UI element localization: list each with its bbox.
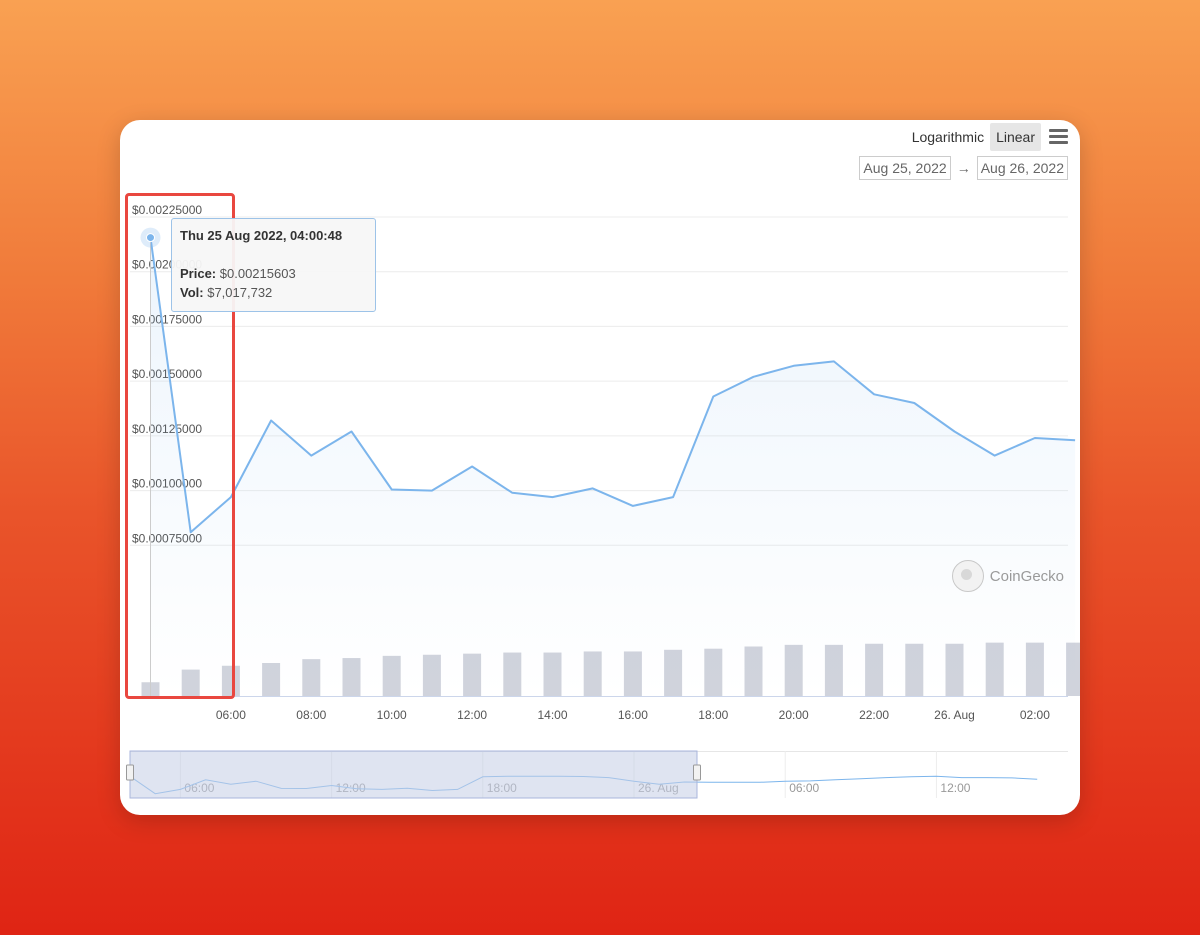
x-tick-label: 12:00: [457, 708, 487, 722]
x-tick-label: 20:00: [779, 708, 809, 722]
coingecko-watermark: CoinGecko: [951, 560, 1064, 592]
tooltip-vol-label: Vol:: [180, 285, 204, 300]
x-tick-label: 08:00: [296, 708, 326, 722]
x-tick-label: 18:00: [698, 708, 728, 722]
x-tick-label: 22:00: [859, 708, 889, 722]
tooltip-price-row: Price: $0.00215603: [180, 264, 367, 283]
navigator-tick-label: 12:00: [940, 781, 970, 795]
x-tick-label: 26. Aug: [934, 708, 975, 722]
linear-button[interactable]: Linear: [990, 123, 1041, 151]
x-tick-label: 02:00: [1020, 708, 1050, 722]
chart-card: $0.00225000$0.00200000$0.00175000$0.0015…: [120, 120, 1080, 815]
y-tick-label: $0.00225000: [132, 203, 202, 217]
watermark-text: CoinGecko: [989, 567, 1064, 585]
navigator-right-handle[interactable]: [693, 764, 701, 781]
x-tick-label: 14:00: [537, 708, 567, 722]
logarithmic-button[interactable]: Logarithmic: [906, 123, 990, 151]
tooltip-vol-value: $7,017,732: [207, 285, 273, 300]
x-axis-labels: 06:00 08:00 10:00 12:00 14:00 16:00 18:00 20:00…: [216, 708, 1050, 722]
range-navigator[interactable]: 06:0012:0018:0026. Aug06:0012:00: [126, 750, 1069, 799]
date-from-input[interactable]: Aug 25, 2022: [859, 156, 951, 180]
scale-toggle: Logarithmic Linear: [906, 123, 1068, 151]
navigator-tick-label: 06:00: [789, 781, 819, 795]
date-range-arrow: →: [956, 160, 971, 176]
tooltip-price-value: $0.00215603: [219, 266, 296, 281]
tooltip-price-label: Price:: [180, 266, 217, 281]
y-tick-label: $0.00175000: [132, 312, 202, 326]
hover-point: [146, 233, 155, 243]
tooltip-vol-row: Vol: $7,017,732: [180, 283, 367, 302]
date-to-input[interactable]: Aug 26, 2022: [976, 156, 1068, 180]
navigator-left-handle[interactable]: [126, 764, 134, 781]
x-tick-label: 06:00: [216, 708, 246, 722]
tooltip-date: Thu 25 Aug 2022, 04:00:48: [180, 228, 343, 243]
x-tick-label: 16:00: [618, 708, 648, 722]
coingecko-logo-icon: [951, 560, 984, 592]
navigator-selection[interactable]: [129, 750, 698, 799]
hamburger-menu-icon[interactable]: [1049, 129, 1068, 145]
price-tooltip: Thu 25 Aug 2022, 04:00:48 Price: $0.0021…: [171, 218, 376, 312]
x-tick-label: 10:00: [377, 708, 407, 722]
date-range-selector: Aug 25, 2022 → Aug 26, 2022: [859, 156, 1068, 180]
